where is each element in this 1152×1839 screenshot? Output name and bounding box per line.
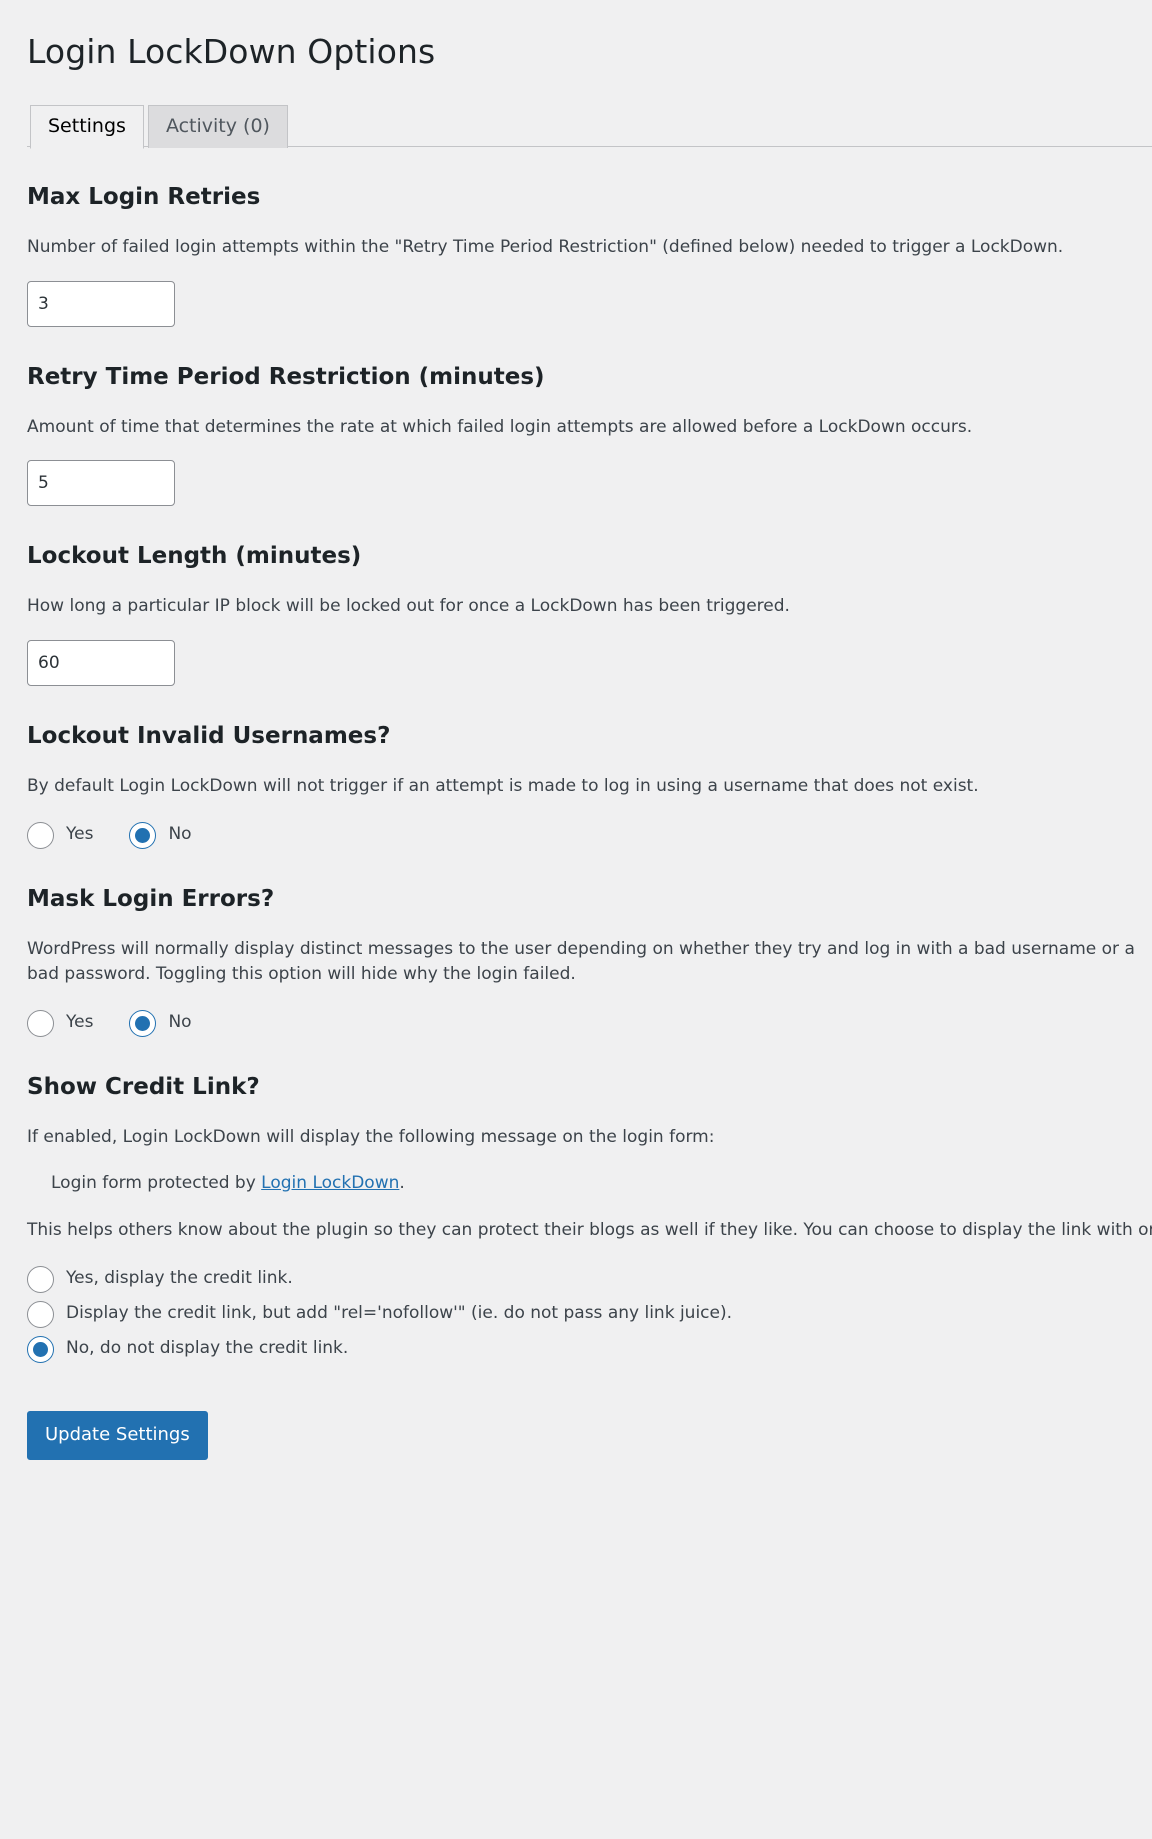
radio-unchecked-icon[interactable] bbox=[27, 1300, 54, 1328]
section-description-retry-time-period: Amount of time that determines the rate … bbox=[27, 416, 973, 437]
credit-link-note: This helps others know about the plugin … bbox=[27, 1220, 1152, 1241]
credit-link-option-no[interactable]: No, do not display the credit link. bbox=[27, 1335, 1125, 1363]
credit-link-sample: Login form protected by Login LockDown. bbox=[51, 1171, 1125, 1197]
radio-checked-icon[interactable] bbox=[129, 821, 157, 849]
radio-label: No bbox=[168, 824, 192, 845]
retry-time-period-input[interactable] bbox=[27, 460, 175, 507]
section-heading-lockout-length: Lockout Length (minutes) bbox=[27, 543, 362, 570]
mask-login-errors-option-yes[interactable]: Yes bbox=[27, 1009, 94, 1037]
credit-link-option-yes[interactable]: Yes, display the credit link. bbox=[27, 1265, 1125, 1293]
credit-sample-prefix: Login form protected by bbox=[51, 1172, 262, 1193]
radio-checked-icon[interactable] bbox=[27, 1335, 54, 1363]
credit-sample-suffix: . bbox=[399, 1172, 405, 1193]
radio-unchecked-icon[interactable] bbox=[27, 821, 54, 849]
radio-checked-icon[interactable] bbox=[129, 1009, 157, 1037]
submit-row: Update Settings bbox=[27, 1410, 1125, 1460]
section-heading-mask-login-errors: Mask Login Errors? bbox=[27, 885, 275, 912]
section-description-mask-login-errors: WordPress will normally display distinct… bbox=[27, 938, 1135, 985]
radio-label: Yes bbox=[66, 1012, 94, 1033]
radio-label: No bbox=[168, 1012, 192, 1033]
lockout-invalid-usernames-option-no[interactable]: No bbox=[129, 821, 192, 849]
tab-settings[interactable]: Settings bbox=[30, 104, 144, 149]
max-login-retries-input[interactable] bbox=[27, 280, 175, 327]
mask-login-errors-radio-group: Yes No bbox=[27, 1009, 1125, 1037]
show-credit-link-radio-group: Yes, display the credit link. Display th… bbox=[27, 1265, 1125, 1363]
section-heading-retry-time-period: Retry Time Period Restriction (minutes) bbox=[27, 363, 545, 390]
radio-label: No, do not display the credit link. bbox=[66, 1338, 349, 1359]
section-heading-show-credit-link: Show Credit Link? bbox=[27, 1073, 260, 1100]
section-description-max-login-retries: Number of failed login attempts within t… bbox=[27, 237, 1064, 258]
lockout-length-input[interactable] bbox=[27, 639, 175, 686]
mask-login-errors-option-no[interactable]: No bbox=[129, 1009, 192, 1037]
radio-label: Yes bbox=[66, 824, 94, 845]
lockout-invalid-usernames-radio-group: Yes No bbox=[27, 821, 1125, 849]
radio-label: Yes, display the credit link. bbox=[66, 1268, 293, 1289]
login-lockdown-link[interactable]: Login LockDown bbox=[261, 1173, 399, 1193]
tab-activity[interactable]: Activity (0) bbox=[147, 104, 288, 148]
section-description-lockout-length: How long a particular IP block will be l… bbox=[27, 596, 790, 617]
update-settings-button[interactable]: Update Settings bbox=[27, 1410, 208, 1460]
section-description-lockout-invalid-usernames: By default Login LockDown will not trigg… bbox=[27, 776, 979, 797]
section-heading-max-login-retries: Max Login Retries bbox=[27, 183, 261, 210]
settings-page: Login LockDown Options Settings Activity … bbox=[0, 0, 1152, 1460]
lockout-invalid-usernames-option-yes[interactable]: Yes bbox=[27, 821, 94, 849]
radio-unchecked-icon[interactable] bbox=[27, 1009, 54, 1037]
radio-unchecked-icon[interactable] bbox=[27, 1265, 54, 1293]
radio-label: Display the credit link, but add "rel='n… bbox=[66, 1303, 733, 1324]
section-heading-lockout-invalid-usernames: Lockout Invalid Usernames? bbox=[27, 722, 391, 749]
tab-bar: Settings Activity (0) bbox=[27, 104, 1152, 149]
section-description-show-credit-link: If enabled, Login LockDown will display … bbox=[27, 1127, 715, 1148]
credit-link-option-nofollow[interactable]: Display the credit link, but add "rel='n… bbox=[27, 1300, 1125, 1328]
page-title: Login LockDown Options bbox=[27, 32, 436, 71]
